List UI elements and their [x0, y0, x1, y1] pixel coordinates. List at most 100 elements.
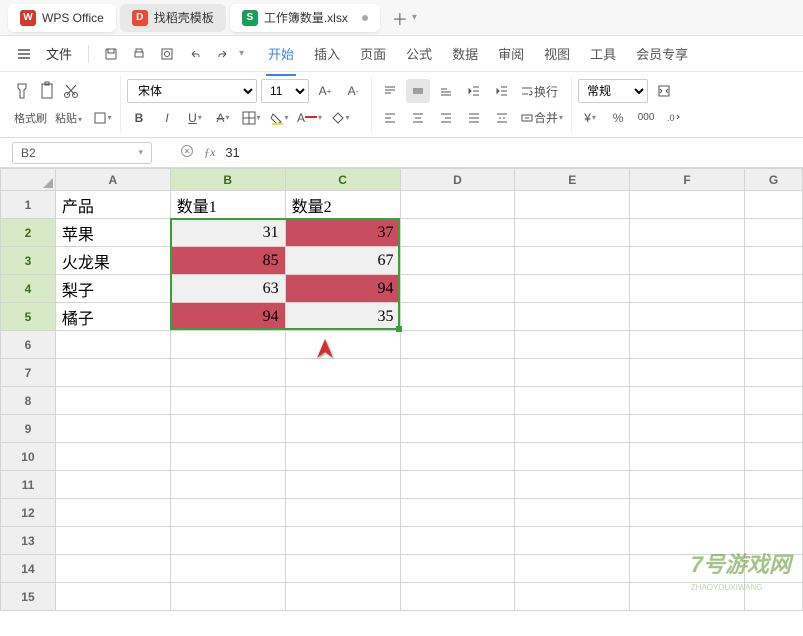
- cell-A13[interactable]: [55, 527, 170, 555]
- cell-A1[interactable]: 产品: [55, 191, 170, 219]
- underline-button[interactable]: U▾: [183, 106, 207, 130]
- row-header-10[interactable]: 10: [1, 443, 56, 471]
- align-center-icon[interactable]: [406, 106, 430, 130]
- row-header-11[interactable]: 11: [1, 471, 56, 499]
- row-header-6[interactable]: 6: [1, 331, 56, 359]
- cell-E12[interactable]: [515, 499, 630, 527]
- row-header-14[interactable]: 14: [1, 555, 56, 583]
- cell-F1[interactable]: [630, 191, 745, 219]
- cell-B10[interactable]: [170, 443, 285, 471]
- strikethrough-button[interactable]: A▾: [211, 106, 235, 130]
- cell-D9[interactable]: [400, 415, 515, 443]
- cell-F8[interactable]: [630, 387, 745, 415]
- cell-G6[interactable]: [744, 331, 802, 359]
- cell-D4[interactable]: [400, 275, 515, 303]
- cell-E11[interactable]: [515, 471, 630, 499]
- align-middle-icon[interactable]: [406, 79, 430, 103]
- cell-A15[interactable]: [55, 583, 170, 611]
- cell-F3[interactable]: [630, 247, 745, 275]
- formula-input[interactable]: [225, 145, 791, 160]
- currency-button[interactable]: ¥▾: [578, 106, 602, 130]
- border-button[interactable]: ▾: [239, 106, 263, 130]
- cell-C1[interactable]: 数量2: [285, 191, 400, 219]
- cell-B1[interactable]: 数量1: [170, 191, 285, 219]
- cell-E8[interactable]: [515, 387, 630, 415]
- cell-G7[interactable]: [744, 359, 802, 387]
- cell-G1[interactable]: [744, 191, 802, 219]
- print-preview-icon[interactable]: [155, 42, 179, 66]
- cell-B5[interactable]: 94: [170, 303, 285, 331]
- align-left-icon[interactable]: [378, 106, 402, 130]
- cell-D1[interactable]: [400, 191, 515, 219]
- increase-indent-icon[interactable]: [490, 79, 514, 103]
- fill-color-button[interactable]: ▾: [267, 106, 291, 130]
- cell-A10[interactable]: [55, 443, 170, 471]
- align-top-icon[interactable]: [378, 79, 402, 103]
- cell-G11[interactable]: [744, 471, 802, 499]
- cell-F5[interactable]: [630, 303, 745, 331]
- cell-D5[interactable]: [400, 303, 515, 331]
- cell-E1[interactable]: [515, 191, 630, 219]
- cell-G4[interactable]: [744, 275, 802, 303]
- align-bottom-icon[interactable]: [434, 79, 458, 103]
- decrease-indent-icon[interactable]: [462, 79, 486, 103]
- cell-D7[interactable]: [400, 359, 515, 387]
- cancel-edit-icon[interactable]: [180, 144, 194, 161]
- cell-F12[interactable]: [630, 499, 745, 527]
- select-all-corner[interactable]: [1, 169, 56, 191]
- cell-C12[interactable]: [285, 499, 400, 527]
- cell-B14[interactable]: [170, 555, 285, 583]
- cell-E2[interactable]: [515, 219, 630, 247]
- cell-G5[interactable]: [744, 303, 802, 331]
- cell-B9[interactable]: [170, 415, 285, 443]
- cell-C15[interactable]: [285, 583, 400, 611]
- cell-A8[interactable]: [55, 387, 170, 415]
- row-header-8[interactable]: 8: [1, 387, 56, 415]
- cell-E4[interactable]: [515, 275, 630, 303]
- row-header-9[interactable]: 9: [1, 415, 56, 443]
- cell-G3[interactable]: [744, 247, 802, 275]
- cell-G2[interactable]: [744, 219, 802, 247]
- spreadsheet-grid[interactable]: ABCDEFG 1产品数量1数量22苹果31373火龙果85674梨子63945…: [0, 168, 803, 611]
- cell-D2[interactable]: [400, 219, 515, 247]
- row-header-4[interactable]: 4: [1, 275, 56, 303]
- row-header-7[interactable]: 7: [1, 359, 56, 387]
- row-header-1[interactable]: 1: [1, 191, 56, 219]
- column-header-F[interactable]: F: [630, 169, 745, 191]
- cell-C2[interactable]: 37: [285, 219, 400, 247]
- increase-font-icon[interactable]: A+: [313, 79, 337, 103]
- format-brush-button[interactable]: [14, 81, 34, 101]
- cell-C3[interactable]: 67: [285, 247, 400, 275]
- cell-B8[interactable]: [170, 387, 285, 415]
- distribute-icon[interactable]: [490, 106, 514, 130]
- font-size-select[interactable]: 11: [261, 79, 309, 103]
- cell-F10[interactable]: [630, 443, 745, 471]
- column-header-B[interactable]: B: [170, 169, 285, 191]
- cell-F2[interactable]: [630, 219, 745, 247]
- cell-A6[interactable]: [55, 331, 170, 359]
- cell-B6[interactable]: [170, 331, 285, 359]
- cell-D13[interactable]: [400, 527, 515, 555]
- wrap-text-button[interactable]: 换行: [518, 79, 560, 103]
- cell-B4[interactable]: 63: [170, 275, 285, 303]
- clipboard-icon[interactable]: ▾: [90, 106, 114, 130]
- cell-C11[interactable]: [285, 471, 400, 499]
- bold-button[interactable]: B: [127, 106, 151, 130]
- cell-C7[interactable]: [285, 359, 400, 387]
- cell-D15[interactable]: [400, 583, 515, 611]
- cell-D11[interactable]: [400, 471, 515, 499]
- new-tab-button[interactable]: ＋ ▾: [392, 6, 417, 30]
- autofit-icon[interactable]: [652, 79, 676, 103]
- cell-E3[interactable]: [515, 247, 630, 275]
- cell-C9[interactable]: [285, 415, 400, 443]
- fx-icon[interactable]: ƒx: [204, 145, 215, 160]
- paste-label[interactable]: 粘贴▾: [55, 110, 82, 126]
- row-header-15[interactable]: 15: [1, 583, 56, 611]
- cell-B3[interactable]: 85: [170, 247, 285, 275]
- cell-A12[interactable]: [55, 499, 170, 527]
- font-color-button[interactable]: A▾: [295, 106, 324, 130]
- decrease-font-icon[interactable]: A-: [341, 79, 365, 103]
- workbook-tab[interactable]: S 工作簿数量.xlsx: [230, 4, 380, 32]
- ribbon-tab-3[interactable]: 公式: [404, 38, 434, 69]
- cell-C6[interactable]: [285, 331, 400, 359]
